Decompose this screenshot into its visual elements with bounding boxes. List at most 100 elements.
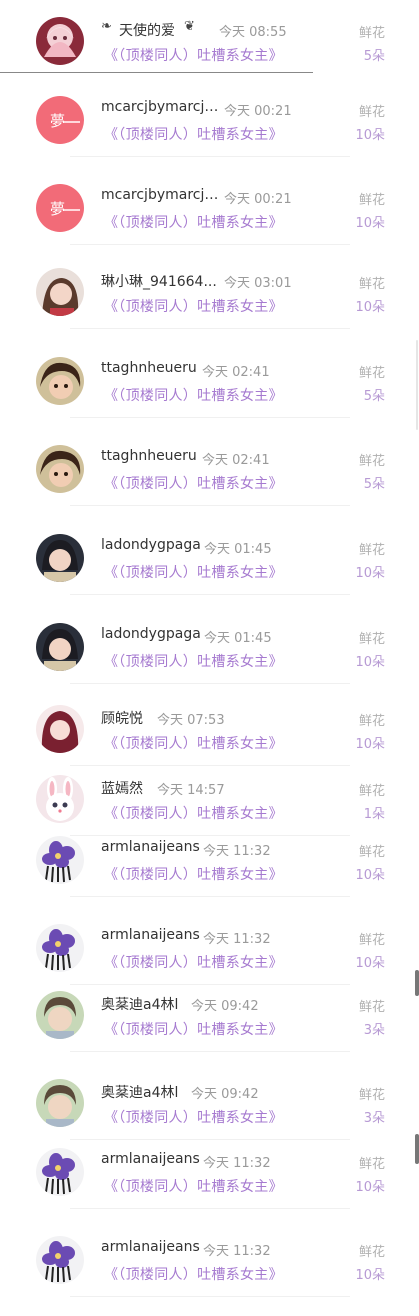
- avatar[interactable]: [36, 705, 84, 753]
- avatar[interactable]: [36, 17, 84, 65]
- book-title-link[interactable]: 《（顶楼同人）吐槽系女主》: [104, 1176, 283, 1196]
- list-item[interactable]: ttaghnheueru 今天 02:41 《（顶楼同人）吐槽系女主》 鲜花 5朵: [0, 445, 419, 525]
- scrollbar-thumb[interactable]: [415, 970, 419, 996]
- book-title-link[interactable]: 《（顶楼同人）吐槽系女主》: [104, 733, 283, 753]
- gift-type-label: 鲜花: [358, 277, 385, 292]
- user-name[interactable]: 奥棻迪a4林l: [101, 1082, 178, 1102]
- gift-count: 10朵: [355, 1268, 385, 1283]
- user-name[interactable]: 奥棻迪a4林l: [101, 994, 178, 1014]
- list-item[interactable]: armlanaijeans 今天 11:32 《（顶楼同人）吐槽系女主》 鲜花 10朵: [0, 1236, 419, 1316]
- list-item[interactable]: 奥棻迪a4林l 今天 09:42 《（顶楼同人）吐槽系女主》 鲜花 3朵: [0, 991, 419, 1071]
- gift-type-label: 鲜花: [358, 933, 385, 948]
- name-ornament-right-icon: ❦: [184, 19, 195, 34]
- user-name[interactable]: ttaghnheueru: [101, 360, 197, 376]
- list-item[interactable]: 奥棻迪a4林l 今天 09:42 《（顶楼同人）吐槽系女主》 鲜花 3朵: [0, 1079, 419, 1159]
- book-title-link[interactable]: 《（顶楼同人）吐槽系女主》: [104, 562, 283, 582]
- list-item[interactable]: armlanaijeans 今天 11:32 《（顶楼同人）吐槽系女主》 鲜花 10朵: [0, 1148, 419, 1228]
- book-title-link[interactable]: 《（顶楼同人）吐槽系女主》: [104, 651, 283, 671]
- avatar[interactable]: [36, 357, 84, 405]
- gift-time: 今天 11:32: [203, 844, 271, 859]
- row-divider: [70, 765, 350, 766]
- gift-type-label: 鲜花: [358, 1088, 385, 1103]
- book-title-link[interactable]: 《（顶楼同人）吐槽系女主》: [104, 864, 283, 884]
- user-name[interactable]: armlanaijeans: [101, 839, 200, 855]
- gift-count: 10朵: [355, 868, 385, 883]
- avatar[interactable]: [36, 991, 84, 1039]
- gift-time: 今天 02:41: [202, 453, 270, 468]
- book-title-link[interactable]: 《（顶楼同人）吐槽系女主》: [104, 1019, 283, 1039]
- user-name[interactable]: ladondygpaga: [101, 537, 201, 553]
- avatar[interactable]: [36, 268, 84, 316]
- book-title-link[interactable]: 《（顶楼同人）吐槽系女主》: [104, 952, 283, 972]
- list-item[interactable]: armlanaijeans 今天 11:32 《（顶楼同人）吐槽系女主》 鲜花 10朵: [0, 836, 419, 916]
- list-item[interactable]: ladondygpaga 今天 01:45 《（顶楼同人）吐槽系女主》 鲜花 10朵: [0, 623, 419, 703]
- row-divider: [70, 505, 350, 506]
- row-divider: [70, 1051, 350, 1052]
- gift-count: 3朵: [363, 1023, 385, 1038]
- list-item[interactable]: 琳小琳_941664... 今天 03:01 《（顶楼同人）吐槽系女主》 鲜花 10朵: [0, 268, 419, 348]
- row-divider: [70, 896, 350, 897]
- user-name[interactable]: armlanaijeans: [101, 1151, 200, 1167]
- book-title-link[interactable]: 《（顶楼同人）吐槽系女主》: [104, 45, 283, 65]
- list-item[interactable]: 夢 mcarcjbymarcjt... 今天 00:21 《（顶楼同人）吐槽系女主》 鲜…: [0, 96, 419, 176]
- user-name[interactable]: mcarcjbymarcjt...: [101, 99, 221, 115]
- list-item[interactable]: 顾皖悦 今天 07:53 《（顶楼同人）吐槽系女主》 鲜花 10朵: [0, 705, 419, 785]
- gift-type-label: 鲜花: [358, 543, 385, 558]
- user-name[interactable]: armlanaijeans: [101, 1239, 200, 1255]
- gift-type-label: 鲜花: [358, 784, 385, 799]
- user-name[interactable]: ladondygpaga: [101, 626, 201, 642]
- list-item[interactable]: 天使的爱 今天 08:55 《（顶楼同人）吐槽系女主》 鲜花 5朵 ❧ ❦: [0, 17, 419, 97]
- avatar[interactable]: 夢: [36, 184, 84, 232]
- gift-type-label: 鲜花: [358, 1000, 385, 1015]
- scrollbar-thumb-lower[interactable]: [415, 1134, 419, 1164]
- avatar[interactable]: [36, 534, 84, 582]
- gift-count: 10朵: [355, 300, 385, 315]
- avatar[interactable]: [36, 775, 84, 823]
- avatar[interactable]: [36, 924, 84, 972]
- avatar[interactable]: [36, 1079, 84, 1127]
- gift-count: 5朵: [363, 49, 385, 64]
- gift-count: 10朵: [355, 737, 385, 752]
- book-title-link[interactable]: 《（顶楼同人）吐槽系女主》: [104, 124, 283, 144]
- avatar[interactable]: [36, 445, 84, 493]
- user-name[interactable]: 顾皖悦: [101, 708, 143, 728]
- user-name[interactable]: 天使的爱: [119, 20, 175, 40]
- list-item[interactable]: ladondygpaga 今天 01:45 《（顶楼同人）吐槽系女主》 鲜花 10朵: [0, 534, 419, 614]
- user-name[interactable]: mcarcjbymarcjt...: [101, 187, 221, 203]
- gift-time: 今天 07:53: [157, 713, 225, 728]
- gift-time: 今天 09:42: [191, 999, 259, 1014]
- gift-type-label: 鲜花: [358, 714, 385, 729]
- book-title-link[interactable]: 《（顶楼同人）吐槽系女主》: [104, 473, 283, 493]
- gift-type-label: 鲜花: [358, 26, 385, 41]
- gift-time: 今天 14:57: [157, 783, 225, 798]
- gift-time: 今天 01:45: [204, 631, 272, 646]
- svg-text:夢: 夢: [50, 200, 65, 218]
- user-name[interactable]: ttaghnheueru: [101, 448, 197, 464]
- row-divider: [70, 594, 350, 595]
- book-title-link[interactable]: 《（顶楼同人）吐槽系女主》: [104, 1107, 283, 1127]
- user-name[interactable]: 琳小琳_941664...: [101, 271, 217, 291]
- book-title-link[interactable]: 《（顶楼同人）吐槽系女主》: [104, 212, 283, 232]
- gift-type-label: 鲜花: [358, 1245, 385, 1260]
- book-title-link[interactable]: 《（顶楼同人）吐槽系女主》: [104, 296, 283, 316]
- row-divider: [0, 72, 313, 73]
- book-title-link[interactable]: 《（顶楼同人）吐槽系女主》: [104, 1264, 283, 1284]
- list-item[interactable]: ttaghnheueru 今天 02:41 《（顶楼同人）吐槽系女主》 鲜花 5朵: [0, 357, 419, 437]
- avatar[interactable]: [36, 623, 84, 671]
- svg-text:夢: 夢: [50, 112, 65, 130]
- avatar[interactable]: 夢: [36, 96, 84, 144]
- avatar[interactable]: [36, 1236, 84, 1284]
- gift-time: 今天 02:41: [202, 365, 270, 380]
- gift-time: 今天 00:21: [224, 192, 292, 207]
- avatar[interactable]: [36, 836, 84, 884]
- name-ornament-left-icon: ❧: [101, 19, 112, 34]
- book-title-link[interactable]: 《（顶楼同人）吐槽系女主》: [104, 803, 283, 823]
- list-item[interactable]: 夢 mcarcjbymarcjt... 今天 00:21 《（顶楼同人）吐槽系女主》 鲜…: [0, 184, 419, 264]
- gift-type-label: 鲜花: [358, 454, 385, 469]
- gift-time: 今天 01:45: [204, 542, 272, 557]
- book-title-link[interactable]: 《（顶楼同人）吐槽系女主》: [104, 385, 283, 405]
- user-name[interactable]: 蓝嫣然: [101, 778, 143, 798]
- row-divider: [70, 1296, 350, 1297]
- avatar[interactable]: [36, 1148, 84, 1196]
- user-name[interactable]: armlanaijeans: [101, 927, 200, 943]
